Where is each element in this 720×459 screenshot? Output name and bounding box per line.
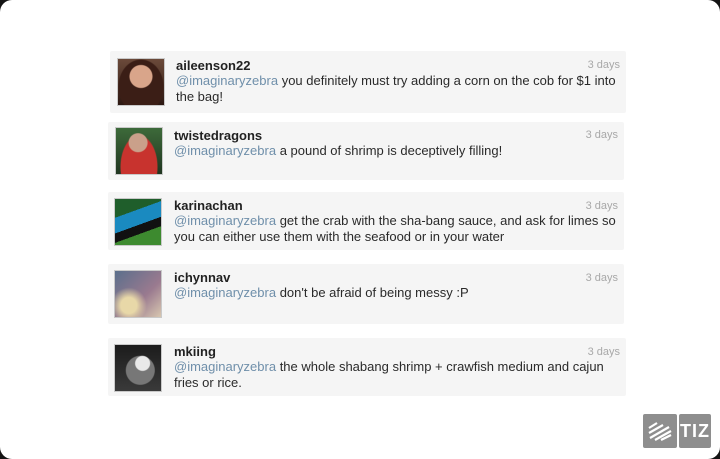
- mention-link[interactable]: @imaginaryzebra: [176, 73, 278, 88]
- timestamp[interactable]: 3 days: [588, 346, 620, 358]
- username[interactable]: aileenson22: [176, 58, 250, 73]
- tweet-text-line1: get the crab with the sha-bang sauce, an…: [276, 213, 616, 228]
- timestamp[interactable]: 3 days: [586, 129, 618, 141]
- timestamp[interactable]: 3 days: [588, 59, 620, 71]
- brand-logo-text: TIZ: [679, 414, 711, 448]
- tweet-text-line1: the whole shabang shrimp + crawfish medi…: [276, 359, 604, 374]
- user-avatar[interactable]: [117, 58, 165, 106]
- username[interactable]: mkiing: [174, 344, 216, 359]
- tweet-text-line2: the bag!: [176, 89, 223, 104]
- stripes-logo-icon: [643, 414, 677, 448]
- tweet-text: @imaginaryzebra get the crab with the sh…: [174, 213, 624, 245]
- user-avatar[interactable]: [115, 127, 163, 175]
- tweet-text-line1: a pound of shrimp is deceptively filling…: [276, 143, 503, 158]
- tweet-text-line1: you definitely must try adding a corn on…: [278, 73, 616, 88]
- mention-link[interactable]: @imaginaryzebra: [174, 359, 276, 374]
- user-avatar[interactable]: [114, 344, 162, 392]
- tweet-text-line2: you can either use them with the seafood…: [174, 229, 505, 244]
- username[interactable]: karinachan: [174, 198, 243, 213]
- mention-link[interactable]: @imaginaryzebra: [174, 143, 276, 158]
- tweet-text: @imaginaryzebra don't be afraid of being…: [174, 285, 624, 301]
- tweet-text: @imaginaryzebra a pound of shrimp is dec…: [174, 143, 624, 159]
- tweet-item: aileenson22 3 days @imaginaryzebra you d…: [110, 51, 626, 113]
- timestamp[interactable]: 3 days: [586, 272, 618, 284]
- tweet-item: ichynnav 3 days @imaginaryzebra don't be…: [108, 264, 624, 324]
- username[interactable]: ichynnav: [174, 270, 230, 285]
- tweet-item: twistedragons 3 days @imaginaryzebra a p…: [108, 122, 624, 180]
- mention-link[interactable]: @imaginaryzebra: [174, 213, 276, 228]
- user-avatar[interactable]: [114, 198, 162, 246]
- tweet-text-line2: fries or rice.: [174, 375, 242, 390]
- tweet-item: karinachan 3 days @imaginaryzebra get th…: [108, 192, 624, 250]
- user-avatar[interactable]: [114, 270, 162, 318]
- tweet-item: mkiing 3 days @imaginaryzebra the whole …: [108, 338, 626, 396]
- mention-link[interactable]: @imaginaryzebra: [174, 285, 276, 300]
- tweet-text: @imaginaryzebra you definitely must try …: [176, 73, 626, 105]
- tweet-text-line1: don't be afraid of being messy :P: [276, 285, 469, 300]
- tweet-feed-window: aileenson22 3 days @imaginaryzebra you d…: [0, 0, 720, 459]
- tweet-text: @imaginaryzebra the whole shabang shrimp…: [174, 359, 624, 391]
- timestamp[interactable]: 3 days: [586, 200, 618, 212]
- username[interactable]: twistedragons: [174, 128, 262, 143]
